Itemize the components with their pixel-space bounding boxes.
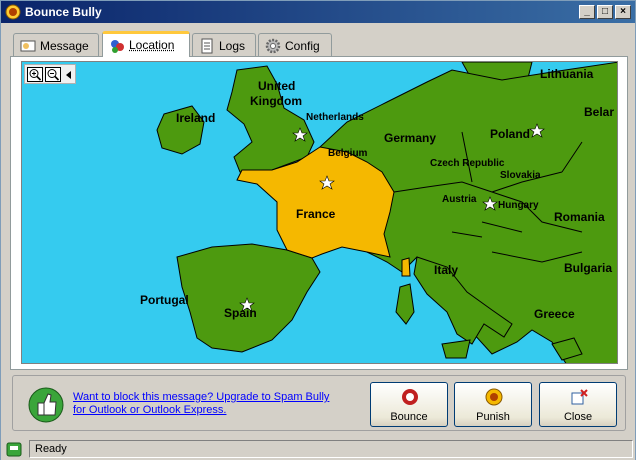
label-belgium: Belgium	[328, 148, 368, 159]
tab-location[interactable]: Location	[102, 31, 190, 57]
zoom-in-button[interactable]	[27, 67, 43, 82]
label-austria: Austria	[442, 194, 477, 205]
message-icon	[20, 40, 36, 52]
tab-location-label: Location	[129, 38, 175, 52]
tab-message-label: Message	[40, 39, 89, 53]
corsica-shape	[401, 257, 411, 277]
tab-config[interactable]: Config	[258, 33, 332, 56]
bounce-icon	[402, 389, 418, 405]
app-window: Bounce Bully _ □ × Message Location Logs…	[0, 0, 636, 460]
label-poland: Poland	[490, 127, 530, 141]
bounce-button[interactable]: Bounce	[370, 382, 448, 427]
label-italy: Italy	[434, 263, 458, 277]
maximize-button[interactable]: □	[597, 5, 613, 19]
label-spain: Spain	[224, 306, 257, 320]
zoom-toolbar	[24, 64, 76, 84]
bounce-label: Bounce	[390, 411, 428, 423]
collapse-arrow-icon[interactable]	[65, 70, 73, 80]
label-bulgaria: Bulgaria	[564, 261, 612, 275]
label-france: France	[296, 207, 336, 221]
tab-strip: Message Location Logs Config	[11, 31, 631, 57]
label-portugal: Portugal	[140, 293, 189, 307]
title-bar[interactable]: Bounce Bully _ □ ×	[1, 1, 635, 23]
close-icon	[571, 389, 588, 405]
punish-icon	[485, 388, 503, 406]
location-icon	[111, 40, 124, 53]
thumbs-up-icon	[28, 387, 64, 423]
status-text: Ready	[29, 440, 633, 458]
europe-map[interactable]: Lithuania Belar United Kingdom Ireland N…	[21, 61, 618, 364]
label-hungary: Hungary	[498, 200, 539, 211]
connection-icon	[6, 442, 22, 457]
status-bar: Ready	[1, 438, 635, 460]
label-germany: Germany	[384, 131, 436, 145]
label-ireland: Ireland	[176, 111, 215, 125]
tab-logs-label: Logs	[219, 39, 246, 53]
zoom-out-button[interactable]	[45, 67, 61, 82]
action-area: Want to block this message? Upgrade to S…	[12, 375, 626, 431]
tab-logs[interactable]: Logs	[192, 33, 256, 56]
close-label: Close	[563, 411, 593, 423]
punish-button[interactable]: Punish	[454, 382, 532, 427]
tab-config-label: Config	[285, 39, 320, 53]
tab-message[interactable]: Message	[13, 33, 99, 56]
app-logo-icon	[5, 4, 21, 20]
label-romania: Romania	[554, 210, 605, 224]
upgrade-link[interactable]: Want to block this message? Upgrade to S…	[73, 391, 333, 417]
close-button[interactable]: Close	[539, 382, 617, 427]
punish-label: Punish	[476, 411, 510, 423]
minimize-button[interactable]: _	[579, 5, 595, 19]
location-panel: Lithuania Belar United Kingdom Ireland N…	[10, 56, 628, 370]
logs-icon	[201, 38, 213, 54]
label-belarus: Belar	[584, 105, 614, 119]
zoom-in-icon	[29, 69, 42, 81]
label-greece: Greece	[534, 307, 575, 321]
label-kingdom: Kingdom	[250, 94, 302, 108]
label-czech: Czech Republic	[430, 158, 505, 169]
label-lithuania: Lithuania	[540, 67, 594, 81]
window-title: Bounce Bully	[25, 5, 102, 19]
zoom-out-icon	[47, 69, 60, 81]
map-canvas: Lithuania Belar United Kingdom Ireland N…	[22, 62, 617, 363]
close-window-button[interactable]: ×	[615, 5, 631, 19]
label-slovakia: Slovakia	[500, 170, 541, 181]
label-netherlands: Netherlands	[306, 112, 364, 123]
gear-icon	[265, 38, 281, 54]
label-united: United	[258, 79, 295, 93]
